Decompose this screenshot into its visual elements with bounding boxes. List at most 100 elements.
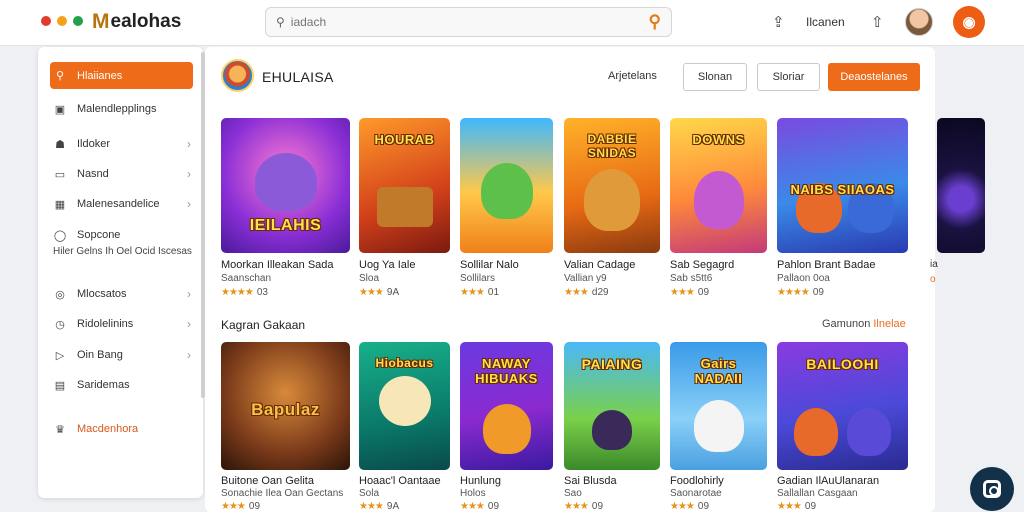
game-card-image[interactable]: IEILAHIS [221, 118, 350, 253]
sidebar-item-label: Nasnd [77, 168, 109, 180]
chest-illustration [376, 187, 433, 227]
game-card-meta: Saanschan [221, 273, 272, 284]
game-card-image[interactable]: NAWAY HIBUAKS [460, 342, 553, 470]
game-card-rating: ★★★ 09 [460, 501, 500, 512]
sidebar-item-7[interactable]: ◎ Mlocsatos › [50, 281, 193, 307]
tag-icon: ▦ [54, 198, 66, 211]
clock-icon: ◷ [55, 318, 65, 331]
chevron-right-icon: › [187, 137, 191, 151]
game-card-rating: ★★★ 09 [564, 501, 604, 512]
folder-icon: ▭ [54, 168, 66, 181]
profile-avatar[interactable] [221, 59, 254, 92]
chevron-right-icon: › [187, 167, 191, 181]
game-card-image[interactable]: Hiobacus [359, 342, 450, 470]
mascot-illustration [693, 171, 744, 229]
sidebar-item-1[interactable]: ⚲ Hlaiianes [50, 62, 193, 89]
mascot-illustration [584, 169, 640, 231]
sidebar-item-label: Saridemas [77, 379, 130, 391]
game-card-rating: ★★★ 01 [460, 287, 500, 298]
game-card-title[interactable]: Moorkan Illeakan Sada [221, 259, 334, 271]
top-bar: M ealohas ⚲ ⚲ ⇪ Ilcanen ⇧ ◉ [0, 0, 1024, 46]
game-card-title[interactable]: Sai Blusda [564, 475, 617, 487]
yellow-dot[interactable] [57, 16, 67, 26]
header-button-1[interactable]: Slonan [683, 63, 747, 91]
game-card-image[interactable]: DOWNS [670, 118, 767, 253]
mascot-illustration [254, 153, 317, 211]
brand-name: ealohas [110, 11, 182, 32]
play-icon: ▷ [55, 349, 65, 362]
game-card-meta: Holos [460, 488, 486, 499]
sidebar-item-5[interactable]: ▦ Malenesandelice › [50, 191, 193, 217]
sidebar-item-3[interactable]: ☗ Ildoker › [50, 131, 193, 157]
game-art-title: NAIBS SIIAOAS [790, 182, 895, 197]
star-rating-icon: ★★★ [564, 287, 589, 298]
search-submit-icon[interactable]: ⚲ [649, 12, 661, 32]
red-dot[interactable] [41, 16, 51, 26]
sidebar-item-6[interactable]: ◯ Sopcone [50, 222, 193, 248]
game-art-title: HOURAB [374, 132, 435, 147]
chat-fab-button[interactable] [970, 467, 1014, 511]
share-icon[interactable]: ⇪ [772, 13, 785, 31]
game-card-title[interactable]: Uog Ya Iale [359, 259, 415, 271]
game-card-title[interactable]: Sab Segagrd [670, 259, 734, 271]
game-art-title: IEILAHIS [249, 217, 322, 234]
sidebar-item-label: Sopcone [77, 229, 121, 241]
sidebar-item-label: Macdenhora [77, 423, 139, 435]
game-card-image[interactable]: HOURAB [359, 118, 450, 253]
window-dots [41, 16, 83, 26]
sidebar-item-label: Malenesandelice [77, 198, 160, 210]
avatar[interactable] [905, 8, 933, 36]
game-card-image[interactable]: PAIAING [564, 342, 660, 470]
search-input[interactable] [290, 15, 649, 29]
star-rating-icon: ★★★★ [221, 287, 254, 298]
game-card-image[interactable]: Gairs NADAII [670, 342, 767, 470]
notification-bell-icon[interactable]: ◉ [953, 6, 985, 38]
game-card-title[interactable]: Gadian IlAuUlanaran [777, 475, 879, 487]
game-card-title[interactable]: Buitone Oan Gelita [221, 475, 314, 487]
sidebar-item-4[interactable]: ▭ Nasnd › [50, 161, 193, 187]
game-card-meta: Sab s5tt6 [670, 273, 713, 284]
brand-logo[interactable]: M ealohas [92, 10, 181, 34]
game-card-title[interactable]: Valian Cadage [564, 259, 635, 271]
notifications-label[interactable]: Ilcanen [806, 15, 845, 29]
green-dot[interactable] [73, 16, 83, 26]
sidebar-item-8[interactable]: ◷ Ridolelinins › [50, 311, 193, 337]
game-card-title[interactable]: Foodlohirly [670, 475, 724, 487]
header-link[interactable]: Arjetelans [608, 70, 657, 82]
game-card-image-partial[interactable] [937, 118, 985, 253]
game-card-rating: ★★★ d29 [564, 287, 609, 298]
sidebar-item-2[interactable]: ▣ Malendlepplings [50, 96, 193, 122]
game-card-title[interactable]: Sollilar Nalo [460, 259, 519, 271]
chevron-right-icon: › [187, 348, 191, 362]
upload-icon[interactable]: ⇧ [871, 13, 884, 31]
game-card-title[interactable]: Hoaac'l Oantaae [359, 475, 441, 487]
game-card-rating: ★★★★ 03 [221, 287, 268, 298]
search-bar: ⚲ ⚲ [265, 7, 672, 37]
sidebar-item-label: Ridolelinins [77, 318, 134, 330]
game-card-rating: ★★★ 9A [359, 287, 400, 298]
game-card-image[interactable]: DABBIE SNIDAS [564, 118, 660, 253]
game-card-title[interactable]: ia [930, 259, 938, 270]
game-art-title: Bapulaz [251, 400, 320, 419]
game-art-title: BAILOOHI [806, 356, 879, 372]
game-card-image[interactable]: Bapulaz [221, 342, 350, 470]
star-rating-icon: ★★★ [564, 501, 589, 512]
gamepad-icon: ◯ [53, 229, 67, 242]
sidebar-item-9[interactable]: ▷ Oin Bang › [50, 342, 193, 368]
sidebar-subtext: Hiler Gelns Ih Oel Ocid Iscesas [53, 246, 192, 257]
game-card-image[interactable]: BAILOOHI [777, 342, 908, 470]
star-rating-icon: ★★★ [359, 287, 384, 298]
section-see-all-link[interactable]: Gamunon Ilnelae [822, 318, 906, 330]
game-card-meta: Sloa [359, 273, 380, 284]
header-button-2[interactable]: Sloriar [757, 63, 820, 91]
game-card-title[interactable]: Hunlung [460, 475, 501, 487]
header-button-primary[interactable]: Deaostelanes [828, 63, 920, 91]
game-card-meta: Sollilars [460, 273, 496, 284]
sidebar-item-10[interactable]: ▤ Saridemas [50, 372, 193, 398]
game-card-image[interactable]: NAIBS SIIAOAS [777, 118, 908, 253]
chevron-right-icon: › [187, 317, 191, 331]
sidebar-item-11[interactable]: ♛ Macdenhora [50, 416, 193, 442]
game-card-image[interactable] [460, 118, 553, 253]
game-card-meta: Sola [359, 488, 380, 499]
game-card-title[interactable]: Pahlon Brant Badae [777, 259, 875, 271]
